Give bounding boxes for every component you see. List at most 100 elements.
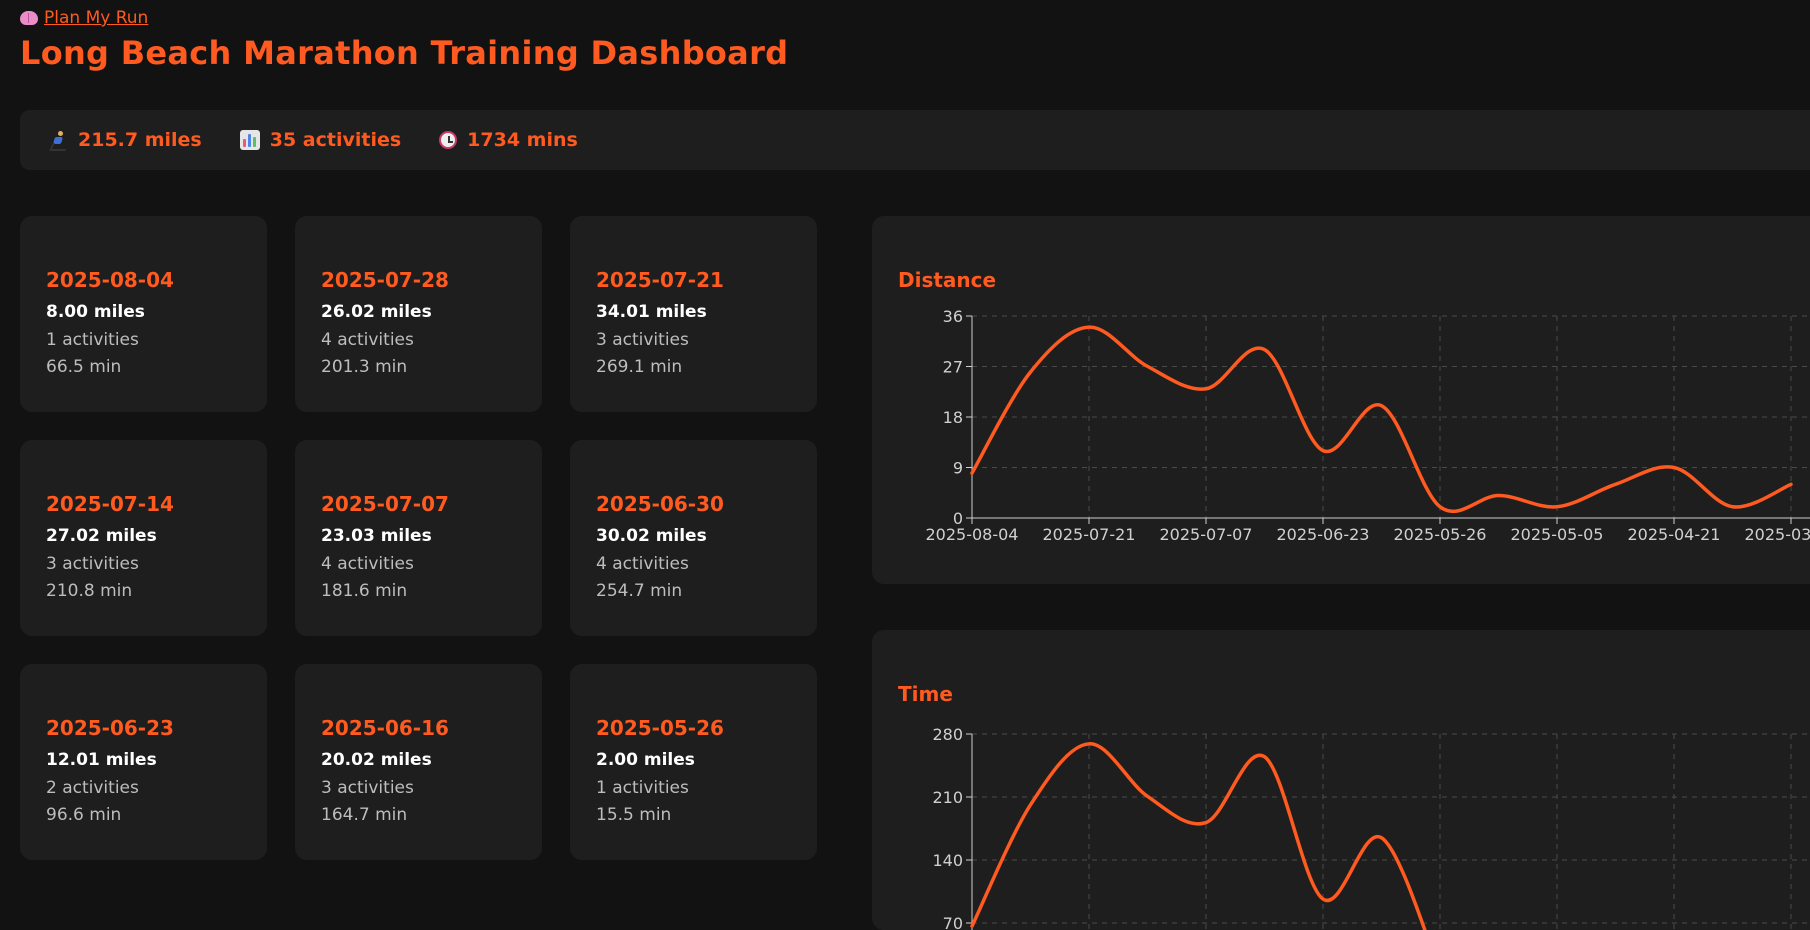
week-activities: 3 activities (596, 330, 689, 350)
time-ytick-label: 210 (932, 788, 963, 807)
distance-xtick-label: 2025-03-31 (1745, 525, 1810, 544)
week-minutes: 254.7 min (596, 581, 683, 601)
time-data-point (1205, 822, 1207, 824)
time-ytick-label: 140 (932, 851, 963, 870)
week-card: 2025-06-23 12.01 miles 2 activities 96.6… (20, 664, 267, 860)
week-minutes: 269.1 min (596, 357, 683, 377)
week-card: 2025-05-26 2.00 miles 1 activities 15.5 … (570, 664, 817, 860)
week-date: 2025-05-26 (596, 716, 724, 740)
time-data-point (1322, 898, 1324, 900)
week-minutes: 181.6 min (321, 581, 408, 601)
week-card: 2025-06-16 20.02 miles 3 activities 164.… (295, 664, 542, 860)
week-miles: 30.02 miles (596, 526, 707, 546)
distance-data-point (1322, 450, 1324, 452)
week-date: 2025-07-21 (596, 268, 724, 292)
distance-ytick-label: 27 (943, 358, 963, 377)
distance-data-point (1030, 371, 1031, 373)
week-card: 2025-07-14 27.02 miles 3 activities 210.… (20, 440, 267, 636)
summary-minutes-value: 1734 mins (467, 129, 578, 151)
week-minutes: 201.3 min (321, 357, 408, 377)
summary-activities: 35 activities (239, 129, 402, 151)
distance-data-point (1147, 365, 1148, 367)
summary-miles-value: 215.7 miles (78, 129, 202, 151)
week-minutes: 210.8 min (46, 581, 133, 601)
distance-data-point (1790, 483, 1792, 485)
week-activities: 4 activities (321, 554, 414, 574)
time-ytick-label: 280 (932, 725, 963, 744)
brain-icon (20, 11, 38, 25)
week-date: 2025-07-07 (321, 492, 449, 516)
week-activities: 4 activities (321, 330, 414, 350)
week-date: 2025-06-16 (321, 716, 449, 740)
time-data-point (1147, 795, 1148, 797)
distance-data-point (1732, 506, 1733, 508)
weekly-cards-grid: 2025-08-04 8.00 miles 1 activities 66.5 … (20, 216, 817, 860)
distance-ytick-label: 36 (943, 307, 963, 326)
distance-xtick-label: 2025-07-21 (1043, 525, 1136, 544)
week-miles: 23.03 miles (321, 526, 432, 546)
runner-icon (48, 130, 69, 151)
distance-data-point (1264, 349, 1265, 351)
distance-data-point (1439, 506, 1441, 508)
distance-data-point (971, 472, 973, 474)
distance-xtick-label: 2025-06-23 (1277, 525, 1370, 544)
time-data-point (1030, 804, 1031, 806)
week-activities: 2 activities (46, 778, 139, 798)
week-card: 2025-08-04 8.00 miles 1 activities 66.5 … (20, 216, 267, 412)
distance-chart: 091827362025-08-04 2025-07-21 2025-07-07 20… (926, 307, 1810, 544)
bar-chart-icon (239, 130, 260, 150)
week-miles: 12.01 miles (46, 750, 157, 770)
distance-xtick-label: 2025-04-21 (1628, 525, 1721, 544)
week-activities: 1 activities (46, 330, 139, 350)
week-minutes: 96.6 min (46, 805, 122, 825)
distance-xtick-label: 2025-05-26 (1394, 525, 1487, 544)
distance-data-point (1498, 495, 1499, 497)
distance-data-point (1615, 483, 1616, 485)
distance-data-point (1673, 467, 1675, 468)
time-data-point (1088, 743, 1090, 745)
week-card: 2025-06-30 30.02 miles 4 activities 254.… (570, 440, 817, 636)
distance-xtick-label: 2025-05-05 (1511, 525, 1604, 544)
distance-data-point (1556, 506, 1558, 508)
distance-data-point (1381, 405, 1382, 407)
week-date: 2025-07-14 (46, 492, 174, 516)
week-date: 2025-07-28 (321, 268, 449, 292)
week-card: 2025-07-07 23.03 miles 4 activities 181.… (295, 440, 542, 636)
alarm-clock-icon (439, 131, 458, 149)
topbar: Plan My Run (20, 8, 148, 29)
week-miles: 34.01 miles (596, 302, 707, 322)
distance-data-point (1088, 326, 1090, 328)
week-miles: 20.02 miles (321, 750, 432, 770)
week-date: 2025-06-23 (46, 716, 174, 740)
week-minutes: 164.7 min (321, 805, 408, 825)
plan-my-run-link[interactable]: Plan My Run (20, 8, 148, 28)
week-activities: 1 activities (596, 778, 689, 798)
summary-activities-value: 35 activities (269, 129, 402, 151)
summary-bar: 215.7 miles 35 activities 1734 mins (20, 110, 1810, 170)
distance-data-point (1205, 388, 1207, 390)
distance-ytick-label: 18 (943, 408, 963, 427)
week-miles: 27.02 miles (46, 526, 157, 546)
distance-ytick-label: 9 (953, 459, 963, 478)
plan-my-run-label: Plan My Run (44, 8, 149, 28)
week-minutes: 66.5 min (46, 357, 122, 377)
week-miles: 26.02 miles (321, 302, 432, 322)
time-data-point (1381, 837, 1382, 839)
week-activities: 3 activities (321, 778, 414, 798)
distance-xtick-label: 2025-08-04 (926, 525, 1019, 544)
time-chart: 70 140 210 280 (932, 725, 1810, 930)
time-data-point (971, 925, 973, 927)
distance-xtick-label: 2025-07-07 (1160, 525, 1253, 544)
week-card: 2025-07-28 26.02 miles 4 activities 201.… (295, 216, 542, 412)
time-chart-panel: Time 70 140 210 280 (872, 630, 1810, 930)
week-activities: 4 activities (596, 554, 689, 574)
summary-miles: 215.7 miles (48, 129, 202, 151)
week-date: 2025-08-04 (46, 268, 174, 292)
distance-chart-panel: Distance 0 9 18 27 36 2025-08-04 2025-07-21 202… (872, 216, 1810, 584)
week-card: 2025-07-21 34.01 miles 3 activities 269.… (570, 216, 817, 412)
week-miles: 8.00 miles (46, 302, 145, 322)
page-title: Long Beach Marathon Training Dashboard (20, 34, 789, 72)
time-data-point (1264, 756, 1265, 758)
week-minutes: 15.5 min (596, 805, 672, 825)
summary-minutes: 1734 mins (439, 129, 578, 151)
